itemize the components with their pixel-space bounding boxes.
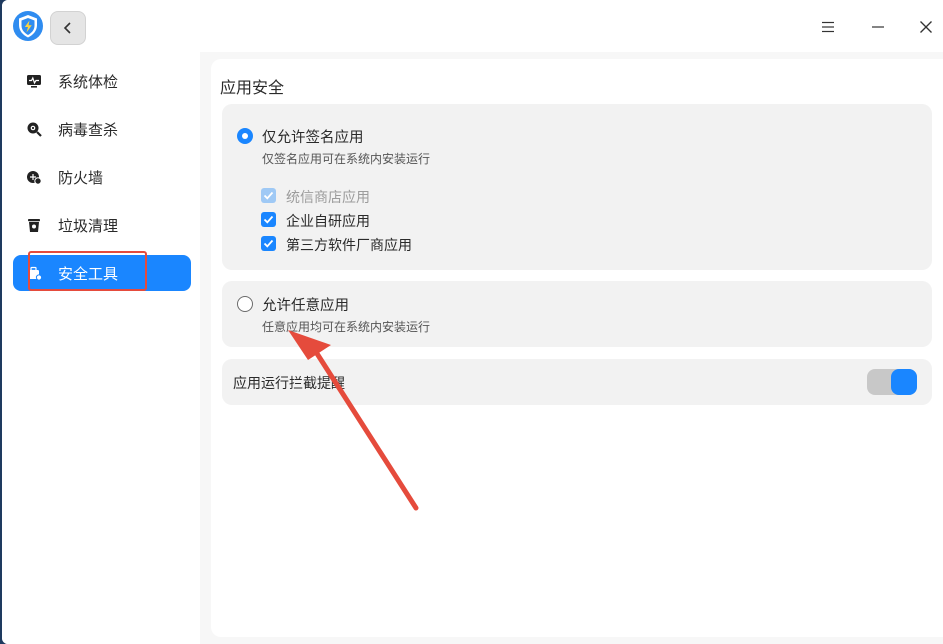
sidebar-item-trash-clean[interactable]: 垃圾清理: [13, 207, 191, 243]
option-signed-title: 仅允许签名应用: [262, 130, 364, 146]
option-any-title: 允许任意应用: [262, 298, 349, 314]
minimize-icon: [872, 26, 884, 28]
minimize-button[interactable]: [865, 14, 891, 40]
checkbox-label-enterprise: 企业自研应用: [286, 214, 370, 230]
trash-can-icon: [25, 216, 43, 234]
checkbox-enterprise[interactable]: [261, 212, 276, 227]
sidebar-item-security-tools[interactable]: 安全工具: [13, 255, 191, 291]
toggle-knob: [891, 369, 917, 395]
option-any-desc: 任意应用均可在系统内安装运行: [262, 320, 431, 334]
sidebar-item-virus-scan[interactable]: 病毒查杀: [13, 111, 191, 147]
close-icon: [920, 21, 932, 33]
sidebar: 系统体检 病毒查杀 防火墙 垃圾清理 安全工具: [2, 52, 200, 644]
check-icon: [263, 239, 274, 248]
monitor-pulse-icon: [25, 72, 43, 90]
back-button[interactable]: [50, 11, 86, 45]
close-button[interactable]: [913, 14, 939, 40]
checkbox-label-third-party: 第三方软件厂商应用: [286, 238, 412, 254]
title-bar: [2, 0, 943, 52]
check-icon: [263, 191, 274, 200]
magnifier-virus-icon: [25, 120, 43, 138]
toolbox-icon: [25, 264, 43, 282]
checkbox-third-party[interactable]: [261, 236, 276, 251]
radio-any-app[interactable]: [237, 296, 253, 312]
block-prompt-label: 应用运行拦截提醒: [233, 376, 345, 392]
checkbox-uos-store: [261, 188, 276, 203]
sidebar-item-system-check[interactable]: 系统体检: [13, 63, 191, 99]
firewall-icon: [25, 168, 43, 186]
block-prompt-toggle[interactable]: [867, 369, 917, 395]
section-title: 应用安全: [220, 78, 285, 97]
shield-lightning-icon: [12, 10, 44, 42]
option-signed-desc: 仅签名应用可在系统内安装运行: [262, 152, 431, 166]
menu-button[interactable]: [815, 14, 841, 40]
check-icon: [263, 215, 274, 224]
radio-signed-only[interactable]: [237, 128, 253, 144]
checkbox-label-uos-store: 统信商店应用: [286, 190, 370, 206]
chevron-left-icon: [63, 22, 71, 34]
sidebar-item-firewall[interactable]: 防火墙: [13, 159, 191, 195]
hamburger-menu-icon: [822, 21, 834, 33]
